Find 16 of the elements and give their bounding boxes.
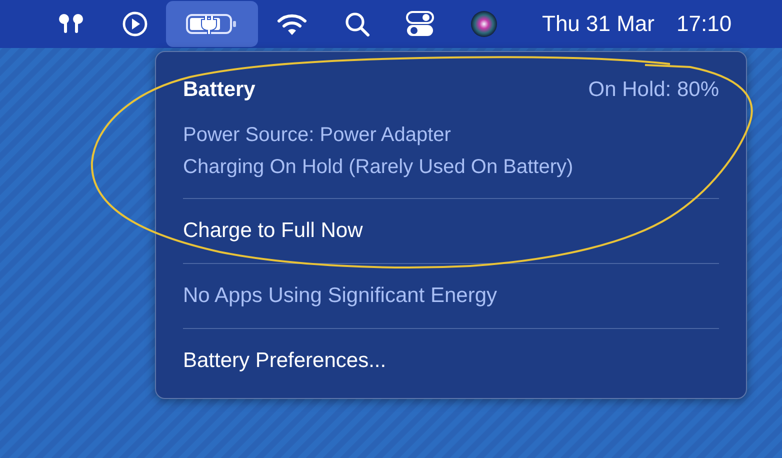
battery-detail: Power Source: Power Adapter	[183, 123, 452, 148]
battery-status: On Hold: 80%	[588, 78, 719, 102]
assistant-orb-icon[interactable]	[470, 10, 498, 38]
menubar-time[interactable]: 17:10	[676, 11, 732, 37]
menubar-date[interactable]: Thu 31 Mar	[542, 11, 654, 37]
menu-item[interactable]: Charge to Full Now	[183, 214, 719, 248]
search-icon[interactable]	[344, 11, 370, 37]
wifi-icon[interactable]	[276, 12, 308, 36]
earbuds-icon[interactable]	[56, 13, 86, 35]
battery-charging-icon[interactable]	[186, 13, 238, 35]
battery-detail: Charging On Hold (Rarely Used On Battery)	[183, 155, 574, 180]
menu-item[interactable]: Battery Preferences...	[183, 344, 719, 378]
menu-title: Battery	[183, 78, 256, 102]
control-center-icon[interactable]	[406, 10, 434, 38]
menu-item: No Apps Using Significant Energy	[183, 283, 498, 309]
play-icon[interactable]	[122, 11, 148, 37]
